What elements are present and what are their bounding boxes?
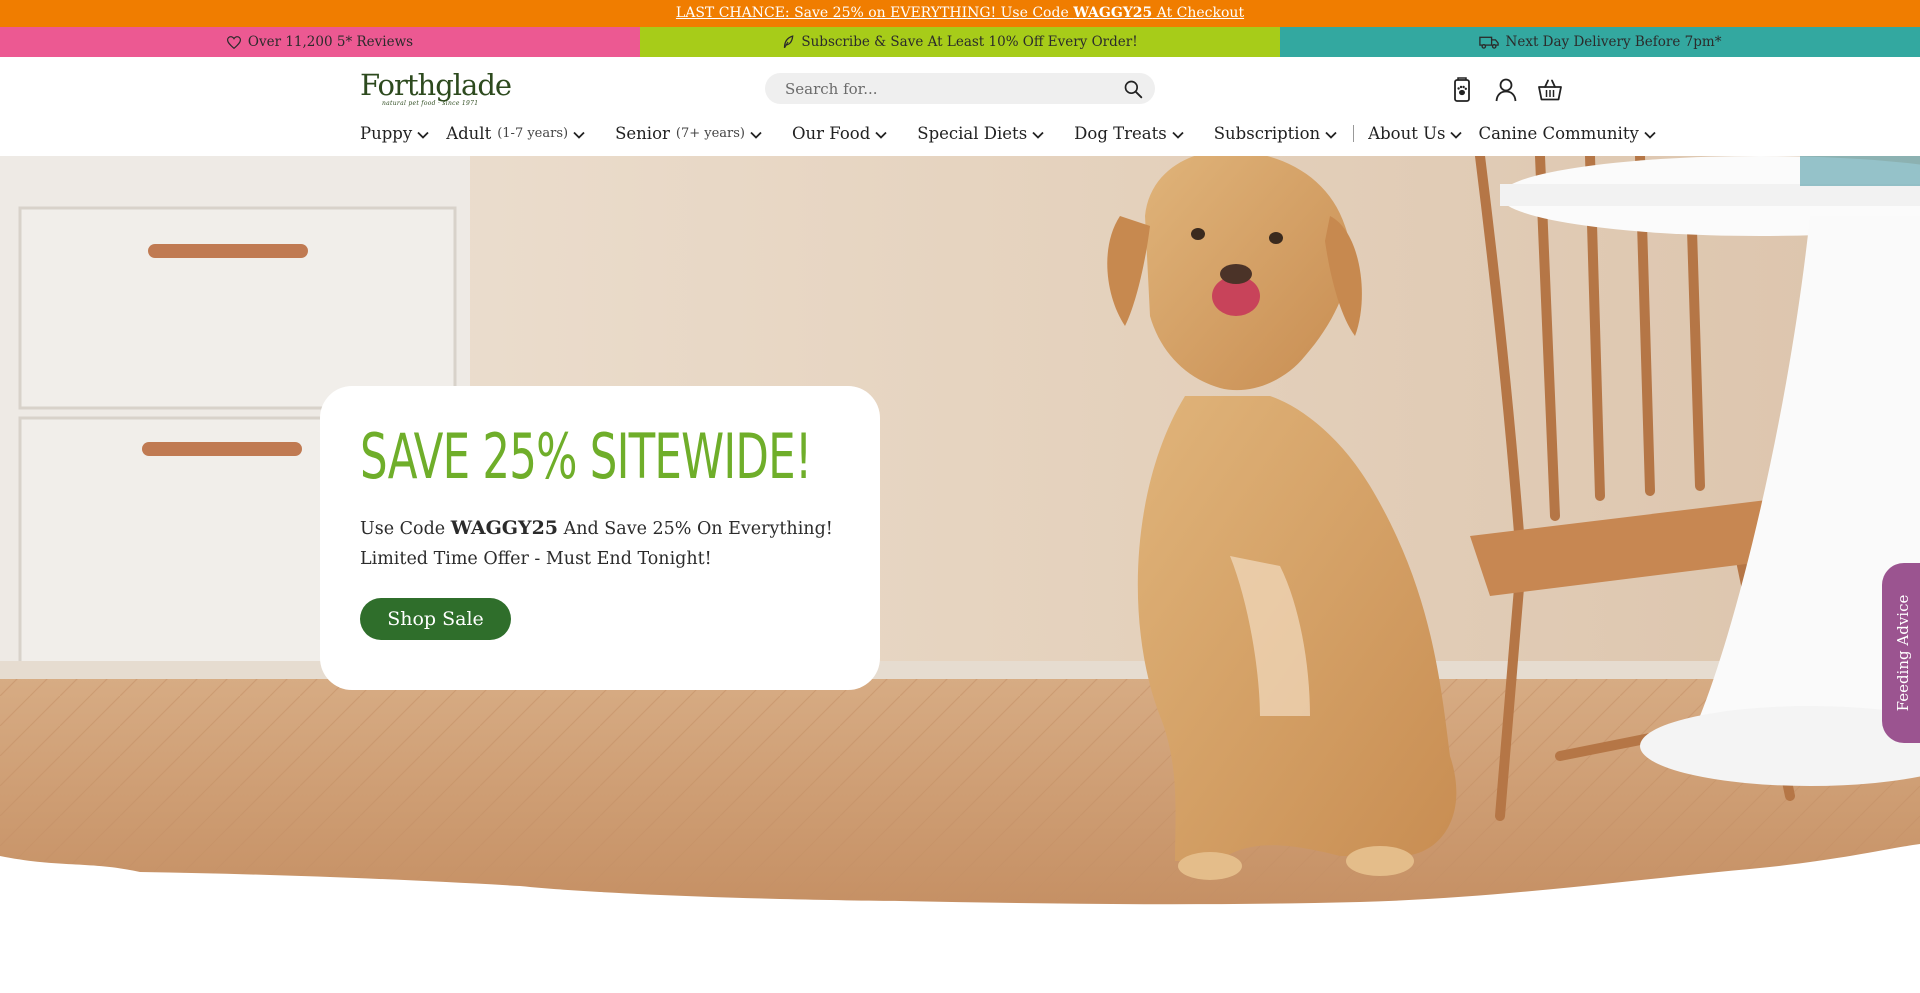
announcement-suffix: At Checkout <box>1152 5 1245 21</box>
nav-divider <box>1353 124 1355 142</box>
nav-adult[interactable]: Adult (1-7 years) <box>446 124 585 143</box>
forthglade-logo[interactable]: Forthglade natural pet food · since 1971 <box>360 68 512 108</box>
basket-icon[interactable] <box>1538 77 1562 103</box>
promo-code-line: Use Code WAGGY25 And Save 25% On Everyth… <box>360 517 833 539</box>
heart-icon <box>226 35 241 49</box>
nav-label: Special Diets <box>917 123 1028 143</box>
shop-sale-button[interactable]: Shop Sale <box>360 598 511 640</box>
search-icon[interactable] <box>1123 79 1143 99</box>
usp-reviews[interactable]: Over 11,200 5* Reviews <box>0 27 640 57</box>
promo-line1-pre: Use Code <box>360 519 451 539</box>
logo-tagline: natural pet food · since 1971 <box>382 100 479 107</box>
chevron-down-icon <box>1032 124 1044 143</box>
usp-subscribe-text: Subscribe & Save At Least 10% Off Every … <box>801 34 1138 50</box>
announcement-prefix: LAST CHANCE: Save 25% on EVERYTHING! <box>675 5 997 21</box>
nav-label: Adult <box>446 123 492 143</box>
usp-reviews-text: Over 11,200 5* Reviews <box>247 34 414 50</box>
nav-dog-treats[interactable]: Dog Treats <box>1074 124 1184 143</box>
nav-label: Senior <box>615 123 670 143</box>
hero-image <box>0 156 1920 913</box>
header-icons <box>1450 77 1562 103</box>
promo-code: WAGGY25 <box>450 517 559 539</box>
nav-label: Dog Treats <box>1074 123 1167 143</box>
nav-sublabel: (7+ years) <box>675 125 746 141</box>
search-input[interactable] <box>765 73 1105 104</box>
nav-label: Our Food <box>792 123 871 143</box>
announcement-bar: LAST CHANCE: Save 25% on EVERYTHING! Use… <box>0 0 1920 27</box>
nav-subscription[interactable]: Subscription <box>1214 124 1337 143</box>
announcement-middle: Use Code <box>996 5 1074 21</box>
promo-card: SAVE 25% SITEWIDE! Use Code WAGGY25 And … <box>320 386 880 690</box>
feeding-advice-tab[interactable]: Feeding Advice <box>1882 563 1920 743</box>
chevron-down-icon <box>573 124 585 143</box>
usp-delivery[interactable]: Next Day Delivery Before 7pm* <box>1280 27 1920 57</box>
chevron-down-icon <box>750 124 762 143</box>
account-icon[interactable] <box>1494 77 1518 103</box>
announcement-code: WAGGY25 <box>1073 5 1153 21</box>
nav-canine-community[interactable]: Canine Community <box>1478 123 1656 143</box>
nav-label: Puppy <box>360 123 413 143</box>
main-nav: Puppy Adult (1-7 years) Senior (7+ years… <box>360 121 1656 145</box>
usp-bar: Over 11,200 5* Reviews Subscribe & Save … <box>0 27 1920 57</box>
chevron-down-icon <box>1325 124 1337 143</box>
chevron-down-icon <box>1172 124 1184 143</box>
feeding-advice-label: Feeding Advice <box>1894 594 1912 712</box>
hero-banner: SAVE 25% SITEWIDE! Use Code WAGGY25 And … <box>0 156 1920 913</box>
chevron-down-icon <box>1450 124 1463 143</box>
chevron-down-icon <box>875 124 887 143</box>
chevron-down-icon <box>417 124 429 143</box>
announcement-link[interactable]: LAST CHANCE: Save 25% on EVERYTHING! Use… <box>676 5 1244 21</box>
search-bar <box>765 73 1155 104</box>
usp-delivery-text: Next Day Delivery Before 7pm* <box>1505 34 1722 50</box>
nav-our-food[interactable]: Our Food <box>792 124 887 143</box>
nav-label: Subscription <box>1213 123 1321 143</box>
leaf-icon <box>782 35 794 49</box>
site-header: Forthglade natural pet food · since 1971… <box>0 57 1920 156</box>
nav-label: Canine Community <box>1478 123 1639 143</box>
promo-limited-line: Limited Time Offer - Must End Tonight! <box>360 549 712 569</box>
nav-sublabel: (1-7 years) <box>497 125 569 141</box>
nav-senior[interactable]: Senior (7+ years) <box>615 124 762 143</box>
logo-wordmark: Forthglade <box>360 68 512 102</box>
paw-bag-icon[interactable] <box>1450 77 1474 103</box>
nav-special-diets[interactable]: Special Diets <box>917 124 1044 143</box>
nav-label: About Us <box>1368 123 1446 143</box>
usp-subscribe[interactable]: Subscribe & Save At Least 10% Off Every … <box>640 27 1280 57</box>
promo-title: SAVE 25% SITEWIDE! <box>360 420 812 493</box>
truck-icon <box>1478 36 1499 49</box>
nav-about-us[interactable]: About Us <box>1368 123 1463 143</box>
chevron-down-icon <box>1644 124 1656 143</box>
nav-puppy[interactable]: Puppy <box>360 124 429 143</box>
promo-line1-post: And Save 25% On Everything! <box>558 519 833 539</box>
